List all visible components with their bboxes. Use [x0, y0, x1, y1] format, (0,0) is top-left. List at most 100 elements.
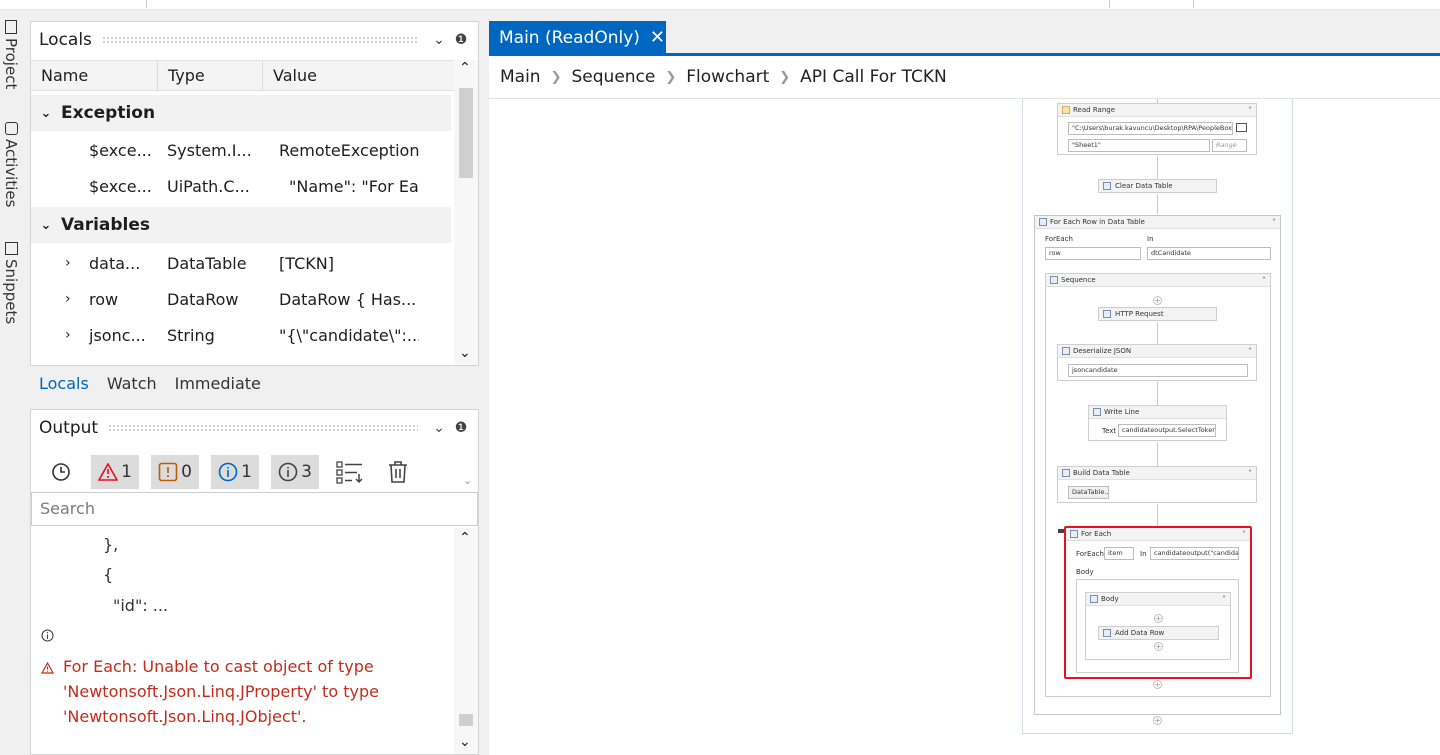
foreach-row-field[interactable]: row — [1045, 247, 1141, 260]
chevron-down-icon[interactable]: ⌄ — [459, 734, 471, 750]
clock-icon[interactable] — [46, 455, 76, 489]
table-icon — [1103, 182, 1111, 190]
add-activity-icon[interactable]: + — [1154, 642, 1163, 651]
activity-http-request[interactable]: HTTP Request — [1098, 307, 1217, 321]
chevron-right-icon[interactable]: › — [31, 255, 89, 271]
chevron-down-icon[interactable]: ⌄ — [459, 345, 471, 361]
activity-read-range[interactable]: Read Range ˄ "C:\Users\burak.kavuncu\Desk… — [1057, 103, 1257, 155]
tab-main-readonly[interactable]: Main (ReadOnly) ✕ — [489, 21, 666, 54]
foreach-collection-field[interactable]: dtCandidate — [1147, 247, 1271, 260]
chevron-right-icon[interactable]: › — [31, 327, 89, 343]
sequence-icon — [1050, 276, 1058, 284]
column-name[interactable]: Name — [31, 61, 158, 90]
tab-locals[interactable]: Locals — [30, 374, 98, 393]
tab-immediate[interactable]: Immediate — [166, 374, 270, 393]
table-row[interactable]: › row DataRow DataRow { Has... — [31, 281, 451, 317]
group-exception[interactable]: ⌄ Exception — [31, 95, 451, 131]
read-range-path-field[interactable]: "C:\Users\burak.kavuncu\Desktop\RPA\Peop… — [1068, 122, 1233, 135]
top-toolbar — [0, 0, 1440, 10]
filter-trace-button[interactable]: 3 — [271, 455, 319, 489]
column-type[interactable]: Type — [158, 61, 263, 90]
workflow-canvas: Read Range ˄ "C:\Users\burak.kavuncu\Desk… — [489, 99, 1440, 755]
side-panel-strip: Project Activities Snippets — [0, 10, 22, 755]
scrollbar-thumb[interactable] — [459, 88, 473, 178]
chevron-up-icon[interactable]: ⌃ — [459, 530, 471, 546]
snippets-icon — [4, 242, 18, 255]
group-variables[interactable]: ⌄ Variables — [31, 207, 451, 243]
foreach-item-field[interactable]: item — [1104, 547, 1134, 560]
table-row[interactable]: › data... DataTable [TCKN] — [31, 245, 451, 281]
locals-header: Locals ⌄ ❶ — [31, 22, 478, 58]
collapse-icon[interactable]: ˄ — [1222, 595, 1230, 604]
filter-list-icon[interactable] — [333, 455, 367, 489]
sidebar-tab-snippets[interactable]: Snippets — [0, 242, 22, 324]
collapse-icon[interactable]: ˄ — [1242, 530, 1250, 539]
sidebar-tab-project[interactable]: Project — [0, 20, 22, 89]
collapse-icon[interactable]: ˄ — [1248, 347, 1256, 356]
trace-icon — [278, 462, 298, 482]
collapse-icon[interactable]: ˄ — [1262, 276, 1270, 285]
output-scrollbar[interactable]: ⌃ ⌄ — [454, 528, 478, 754]
activity-clear-data-table[interactable]: Clear Data Table — [1098, 179, 1217, 193]
add-activity-icon[interactable]: + — [1154, 614, 1163, 623]
breadcrumb-item[interactable]: Sequence — [572, 67, 656, 87]
table-row[interactable]: $exce... System.I... RemoteException — [31, 132, 451, 168]
output-header: Output ⌄ ❶ — [31, 410, 478, 446]
chevron-down-icon[interactable]: ⌄ — [31, 106, 61, 121]
column-value[interactable]: Value — [263, 61, 454, 90]
warning-icon — [158, 462, 178, 482]
breadcrumb-item[interactable]: API Call For TCKN — [800, 67, 947, 87]
error-icon — [40, 659, 55, 678]
sheet-field[interactable]: "Sheet1" — [1068, 139, 1210, 152]
collapse-icon[interactable]: ˄ — [1248, 106, 1256, 115]
trash-icon[interactable] — [383, 455, 413, 489]
sequence-icon — [1090, 595, 1098, 603]
chevron-right-icon[interactable]: › — [31, 291, 89, 307]
chevron-down-icon[interactable]: ⌄ — [31, 218, 61, 233]
filter-info-button[interactable]: 1 — [211, 455, 259, 489]
deserialize-input-field[interactable]: jsoncandidate — [1068, 364, 1248, 377]
info-icon — [41, 627, 54, 646]
json-icon — [1062, 347, 1070, 355]
table-row[interactable]: › jsonc... String "{\"candidate\":... — [31, 317, 451, 353]
add-activity-icon[interactable]: + — [1153, 296, 1162, 305]
breadcrumb-item[interactable]: Main — [500, 67, 541, 87]
add-activity-icon[interactable]: + — [1153, 716, 1162, 725]
activity-write-line[interactable]: Write Line Text candidateoutput.SelectTo… — [1088, 405, 1227, 441]
filter-warnings-button[interactable]: 0 — [151, 455, 199, 489]
activity-deserialize-json[interactable]: Deserialize JSON ˄ jsoncandidate — [1057, 344, 1257, 381]
chevron-down-icon[interactable]: ⌄ — [428, 32, 450, 48]
sidebar-tab-activities[interactable]: Activities — [0, 122, 22, 207]
write-line-text-field[interactable]: candidateoutput.SelectToken — [1118, 424, 1216, 437]
project-icon — [5, 20, 17, 34]
info-icon — [218, 462, 238, 482]
error-line: For Each: Unable to cast object of type — [63, 657, 374, 676]
activities-icon — [4, 122, 18, 135]
output-search-input[interactable]: Search — [31, 492, 478, 526]
range-field[interactable]: Range — [1212, 139, 1247, 152]
foreach-collection-field[interactable]: candidateoutput("candida — [1150, 547, 1239, 560]
breadcrumb: Main ❯ Sequence ❯ Flowchart ❯ API Call F… — [489, 56, 1440, 99]
output-line: }, — [103, 535, 119, 554]
collapse-icon[interactable]: ˄ — [1248, 469, 1256, 478]
pin-icon[interactable]: ❶ — [450, 32, 472, 48]
debug-tabstrip: Locals Watch Immediate — [30, 368, 478, 398]
chevron-down-icon[interactable]: ⌄ — [428, 420, 450, 436]
folder-icon[interactable] — [1236, 123, 1247, 132]
pin-icon[interactable]: ❶ — [450, 420, 472, 436]
tab-watch[interactable]: Watch — [98, 374, 166, 393]
add-activity-icon[interactable]: + — [1153, 680, 1162, 689]
filter-errors-button[interactable]: 1 — [91, 455, 139, 489]
scrollbar-thumb[interactable] — [459, 714, 473, 726]
locals-panel: Locals ⌄ ❶ Name Type Value ⌄ Exception $… — [30, 21, 479, 366]
collapse-icon[interactable]: ˄ — [1272, 218, 1280, 227]
datatable-button[interactable]: DataTable... — [1068, 486, 1109, 499]
activity-add-data-row[interactable]: Add Data Row — [1098, 626, 1219, 640]
table-row[interactable]: $exce... UiPath.C... "Name": "For Ea — [31, 168, 451, 204]
overflow-chevron-icon[interactable]: ⌄ — [463, 474, 472, 487]
chevron-up-icon[interactable]: ⌃ — [459, 60, 471, 76]
breadcrumb-item[interactable]: Flowchart — [686, 67, 769, 87]
locals-scrollbar[interactable]: ⌃ ⌄ — [454, 60, 478, 365]
close-icon[interactable]: ✕ — [650, 27, 665, 48]
activity-build-data-table[interactable]: Build Data Table ˄ DataTable... — [1057, 466, 1257, 503]
